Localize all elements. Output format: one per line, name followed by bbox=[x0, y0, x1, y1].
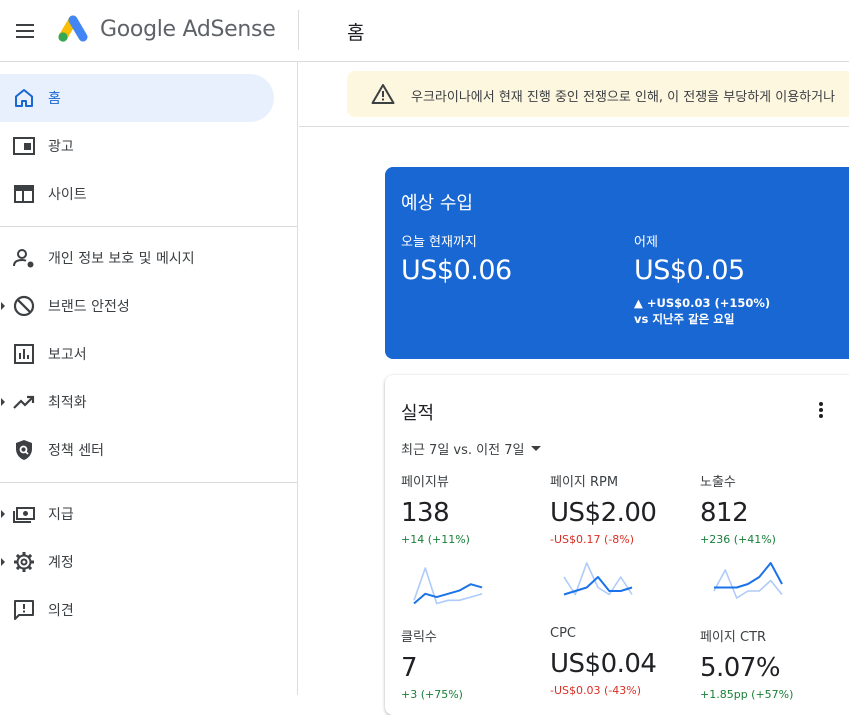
metric-label: 페이지 RPM bbox=[550, 475, 619, 490]
more-options-icon[interactable] bbox=[813, 401, 829, 421]
sidebar-item-home[interactable]: 홈 bbox=[0, 74, 274, 122]
hamburger-menu-icon[interactable] bbox=[12, 17, 40, 45]
sidebar-item-label: 최적화 bbox=[48, 395, 87, 411]
sidebar-item-ads[interactable]: 광고 bbox=[0, 122, 274, 170]
sidebar-item-feedback[interactable]: 의견 bbox=[0, 586, 274, 634]
expand-caret-icon[interactable] bbox=[1, 510, 5, 518]
metric-pageviews[interactable]: 페이지뷰 138 +14 (+11%) bbox=[401, 471, 541, 546]
sidebar-item-reports[interactable]: 보고서 bbox=[0, 330, 274, 378]
block-icon bbox=[13, 295, 35, 317]
top-divider bbox=[298, 10, 299, 50]
metric-delta: +14 (+11%) bbox=[401, 533, 470, 546]
adsense-logo[interactable]: Google AdSense bbox=[56, 14, 276, 44]
metric-label: CPC bbox=[550, 626, 576, 641]
warning-icon bbox=[371, 84, 395, 104]
metric-value: US$2.00 bbox=[550, 498, 657, 528]
ads-icon bbox=[13, 137, 35, 155]
sidebar-item-payments[interactable]: 지급 bbox=[0, 490, 274, 538]
metric-page-ctr[interactable]: 페이지 CTR 5.07% +1.85pp (+57%) bbox=[700, 626, 840, 701]
metric-value: 138 bbox=[401, 498, 450, 528]
sidebar-item-label: 광고 bbox=[48, 139, 74, 155]
gear-icon bbox=[14, 552, 34, 572]
metric-value: 812 bbox=[700, 498, 749, 528]
sidebar-item-label: 사이트 bbox=[48, 187, 87, 203]
yesterday-label: 어제 bbox=[634, 235, 658, 250]
metric-clicks[interactable]: 클릭수 7 +3 (+75%) bbox=[401, 626, 541, 701]
metric-value: 5.07% bbox=[700, 653, 781, 683]
today-label: 오늘 현재까지 bbox=[401, 235, 477, 250]
performance-card: 실적 최근 7일 vs. 이전 7일 페이지뷰 138 +14 (+11%) 페… bbox=[385, 375, 849, 715]
earnings-title: 예상 수입 bbox=[401, 193, 473, 214]
today-value: US$0.06 bbox=[401, 255, 512, 286]
expand-caret-icon[interactable] bbox=[1, 302, 5, 310]
metric-label: 페이지 CTR bbox=[700, 630, 767, 645]
previous-period-line bbox=[413, 567, 483, 605]
dropdown-arrow-icon bbox=[531, 446, 542, 451]
current-period-line bbox=[714, 562, 783, 589]
yesterday-delta: ▲ +US$0.03 (+150%) vs 지난주 같은 요일 bbox=[634, 295, 770, 327]
adsense-logo-icon bbox=[58, 15, 88, 42]
pageviews-sparkline bbox=[413, 567, 483, 605]
sidebar-item-account[interactable]: 계정 bbox=[0, 538, 274, 586]
metric-delta: -US$0.17 (-8%) bbox=[550, 533, 634, 546]
sidebar-item-label: 지급 bbox=[48, 507, 74, 523]
metric-cpc[interactable]: CPC US$0.04 -US$0.03 (-43%) bbox=[550, 626, 690, 697]
sidebar-item-label: 의견 bbox=[48, 603, 74, 619]
privacy-icon bbox=[13, 249, 34, 268]
sidebar-item-label: 홈 bbox=[48, 91, 61, 107]
top-app-bar: Google AdSense 홈 bbox=[0, 0, 849, 62]
sites-icon bbox=[14, 185, 34, 203]
metric-delta: -US$0.03 (-43%) bbox=[550, 684, 641, 697]
expand-caret-icon[interactable] bbox=[1, 558, 5, 566]
metric-label: 페이지뷰 bbox=[401, 475, 449, 490]
page-rpm-sparkline bbox=[563, 562, 633, 596]
product-name: Google AdSense bbox=[100, 16, 276, 42]
sidebar-item-label: 보고서 bbox=[48, 347, 87, 363]
metric-delta: +236 (+41%) bbox=[700, 533, 776, 546]
yesterday-compare: vs 지난주 같은 요일 bbox=[634, 312, 735, 326]
date-range-dropdown[interactable]: 최근 7일 vs. 이전 7일 bbox=[401, 439, 542, 458]
banner-text: 우크라이나에서 현재 진행 중인 전쟁으로 인해, 이 전쟁을 부당하게 이용하… bbox=[411, 90, 836, 105]
trending-up-icon bbox=[13, 395, 35, 409]
sidebar-item-sites[interactable]: 사이트 bbox=[0, 170, 274, 218]
metric-label: 클릭수 bbox=[401, 630, 437, 645]
sidebar-item-label: 개인 정보 보호 및 메시지 bbox=[48, 251, 195, 267]
ukraine-warning-banner: 우크라이나에서 현재 진행 중인 전쟁으로 인해, 이 전쟁을 부당하게 이용하… bbox=[347, 71, 849, 117]
reports-icon bbox=[14, 344, 34, 364]
metric-value: 7 bbox=[401, 653, 418, 683]
sidebar-item-privacy-messaging[interactable]: 개인 정보 보호 및 메시지 bbox=[0, 234, 274, 282]
banner-area: 우크라이나에서 현재 진행 중인 전쟁으로 인해, 이 전쟁을 부당하게 이용하… bbox=[299, 62, 849, 127]
sidebar-item-label: 브랜드 안전성 bbox=[48, 299, 130, 315]
sidebar-item-label: 계정 bbox=[48, 555, 74, 571]
date-range-label: 최근 7일 vs. 이전 7일 bbox=[401, 443, 525, 458]
sidebar-item-brand-safety[interactable]: 브랜드 안전성 bbox=[0, 282, 274, 330]
page-title: 홈 bbox=[347, 22, 365, 44]
sidebar-item-label: 정책 센터 bbox=[48, 443, 104, 459]
sidebar-divider bbox=[0, 482, 298, 483]
sidebar-divider bbox=[0, 226, 298, 227]
metric-page-rpm[interactable]: 페이지 RPM US$2.00 -US$0.17 (-8%) bbox=[550, 471, 690, 546]
feedback-icon bbox=[14, 600, 34, 620]
metric-impressions[interactable]: 노출수 812 +236 (+41%) bbox=[700, 471, 840, 546]
expand-caret-icon[interactable] bbox=[1, 398, 5, 406]
yesterday-change: ▲ +US$0.03 (+150%) bbox=[634, 296, 771, 310]
home-icon bbox=[15, 89, 33, 107]
policy-shield-icon bbox=[16, 440, 32, 460]
metric-value: US$0.04 bbox=[550, 649, 657, 679]
payments-icon bbox=[13, 507, 35, 523]
performance-title: 실적 bbox=[401, 403, 435, 424]
yesterday-value: US$0.05 bbox=[634, 255, 745, 286]
impressions-sparkline bbox=[713, 562, 783, 599]
sidebar-item-optimization[interactable]: 최적화 bbox=[0, 378, 274, 426]
metric-label: 노출수 bbox=[700, 475, 736, 490]
sidebar-item-policy-center[interactable]: 정책 센터 bbox=[0, 426, 274, 474]
estimated-earnings-card[interactable]: 예상 수입 오늘 현재까지 US$0.06 어제 US$0.05 ▲ +US$0… bbox=[385, 167, 849, 359]
sidebar: 홈 광고 사이트 개인 정보 보호 및 메시지 브랜드 안전성 보고서 최적화 … bbox=[0, 62, 298, 695]
